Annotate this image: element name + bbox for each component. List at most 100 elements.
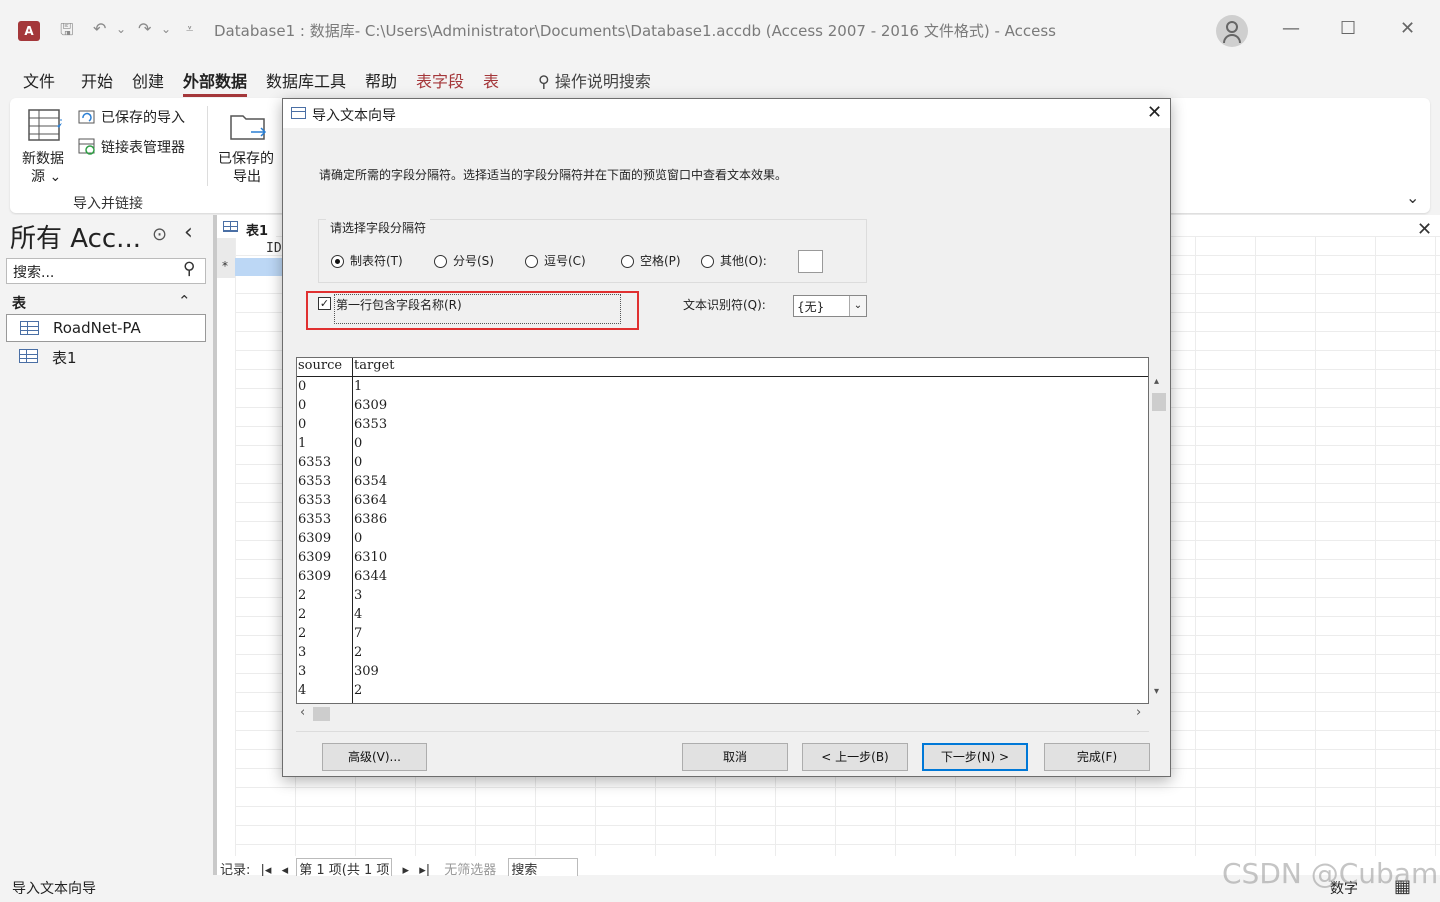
tab-database-tools[interactable]: 数据库工具 [266,68,346,92]
other-delimiter-input[interactable] [798,250,823,273]
tab-file[interactable]: 文件 [23,68,55,92]
scroll-right-icon[interactable]: › [1136,705,1141,720]
doc-tab-table1[interactable]: 表1 [218,216,276,239]
nav-collapse-icon[interactable]: ‹ [184,220,193,245]
radio-comma[interactable]: 逗号(C) [525,252,586,269]
no-filter-label[interactable]: 无筛选器 [444,859,496,876]
save-icon[interactable]: 🖫 [60,19,74,46]
radio-comma-indicator[interactable] [525,255,538,268]
nav-section-tables[interactable]: 表 [12,293,26,313]
close-window-button[interactable]: ✕ [1400,18,1415,39]
preview-vertical-scrollbar[interactable]: ▴ ▾ [1151,376,1168,704]
tab-table-fields[interactable]: 表字段 [416,68,464,92]
preview-cell-source: 2 [298,588,307,603]
radio-tab[interactable]: 制表符(T) [331,252,403,269]
close-doc-icon[interactable]: ✕ [1417,219,1432,240]
cancel-button[interactable]: 取消 [682,743,788,771]
redo-icon[interactable]: ↷ [138,19,151,38]
first-row-names-checkbox[interactable]: ✓ [318,297,331,310]
preview-cell-source: 1 [298,436,307,451]
horizontal-scroll-thumb[interactable] [313,707,330,721]
tab-table[interactable]: 表 [483,68,499,92]
linked-table-manager-button[interactable]: 链接表管理器 [101,137,185,157]
record-label: 记录: [220,863,251,876]
dialog-separator [296,731,1149,732]
preview-cell-target: 309 [354,664,379,679]
customize-toolbar-icon[interactable]: ⩡ [186,22,193,37]
preview-cell-target: 2 [354,645,363,660]
account-avatar-icon[interactable] [1216,15,1248,47]
tab-external-data[interactable]: 外部数据 [183,68,248,97]
maximize-button[interactable]: ☐ [1340,18,1356,39]
nav-item-label: RoadNet-PA [53,319,141,337]
tab-create[interactable]: 创建 [132,68,164,92]
radio-semicolon-indicator[interactable] [434,255,447,268]
preview-horizontal-scrollbar[interactable]: ‹ › [296,705,1149,723]
preview-header: source target [297,358,1148,377]
radio-other-label: 其他(O): [720,254,767,268]
selected-cell[interactable] [235,258,285,276]
preview-cell-target: 7 [354,626,363,641]
scroll-left-icon[interactable]: ‹ [300,705,305,720]
chevron-up-icon[interactable]: ⌃ [178,292,191,310]
tab-home[interactable]: 开始 [81,68,113,92]
preview-row: 6353 6386 [297,512,1148,531]
new-record-marker: * [222,259,228,273]
preview-cell-source: 6353 [298,512,332,527]
advanced-button[interactable]: 高级(V)... [322,743,427,771]
preview-cell-source: 3 [298,664,307,679]
radio-other[interactable]: 其他(O): [701,252,767,269]
saved-exports-button[interactable]: 已保存的 [218,148,274,168]
tell-me-search[interactable]: ⚲ 操作说明搜索 [538,68,651,92]
scroll-down-icon[interactable]: ▾ [1154,686,1159,697]
chevron-down-icon[interactable]: ⌄ [849,296,866,316]
next-record-button[interactable]: ▸ [403,863,410,876]
nav-pane-title[interactable]: 所有 Acc... [10,218,141,255]
radio-tab-label: 制表符(T) [350,254,403,268]
preview-row: 6353 6354 [297,474,1148,493]
redo-dropdown-icon[interactable]: ⌄ [161,22,171,36]
next-button[interactable]: 下一步(N) > [922,743,1028,771]
search-icon: ⚲ [538,72,550,91]
minimize-button[interactable]: — [1282,18,1300,39]
saved-imports-button[interactable]: 已保存的导入 [101,107,185,127]
radio-semicolon[interactable]: 分号(S) [434,252,494,269]
first-record-button[interactable]: |◂ [261,863,272,876]
last-record-button[interactable]: ▸| [419,863,430,876]
vertical-scroll-thumb[interactable] [1152,393,1166,411]
text-qualifier-select[interactable]: {无} ⌄ [793,295,867,317]
new-data-source-dropdown[interactable]: 源 ⌄ [31,166,61,186]
undo-icon[interactable]: ↶ [93,19,106,38]
column-header-id[interactable]: ID [266,241,282,256]
radio-space-indicator[interactable] [621,255,634,268]
search-icon[interactable]: ⚲ [183,259,195,279]
nav-search-input[interactable]: 搜索... [6,258,206,284]
preview-window[interactable]: source target 0 1 0 6309 0 6353 1 0 6353 0 6353 635… [296,357,1149,704]
first-row-names-label[interactable]: 第一行包含字段名称(R) [336,296,462,313]
back-button[interactable]: < 上一步(B) [802,743,908,771]
preview-cell-source: 3 [298,645,307,660]
scroll-up-icon[interactable]: ▴ [1154,376,1159,387]
table-icon [20,321,39,335]
finish-button[interactable]: 完成(F) [1044,743,1150,771]
undo-dropdown-icon[interactable]: ⌄ [116,22,126,36]
prev-record-button[interactable]: ◂ [282,863,289,876]
ribbon-collapse-icon[interactable]: ⌄ [1406,188,1419,207]
new-data-source-button[interactable]: 新数据 [22,148,64,168]
nav-menu-icon[interactable]: ⊙ [152,224,167,245]
radio-tab-indicator[interactable] [331,255,344,268]
preview-row: 6309 0 [297,531,1148,550]
radio-space[interactable]: 空格(P) [621,252,681,269]
preview-cell-source: 6309 [298,531,332,546]
radio-space-label: 空格(P) [640,254,681,268]
record-search-input[interactable]: 搜索 [508,858,579,876]
radio-other-indicator[interactable] [701,255,714,268]
access-logo-icon: A [18,21,40,41]
nav-item-table1[interactable]: 表1 [6,343,206,371]
record-position-input[interactable]: 第 1 项(共 1 项 [296,858,393,876]
preview-cell-target: 2 [354,683,363,698]
nav-item-roadnet-pa[interactable]: RoadNet-PA [6,314,206,342]
saved-imports-icon [78,110,95,124]
tab-help[interactable]: 帮助 [365,68,397,92]
dialog-close-button[interactable]: ✕ [1147,102,1162,123]
